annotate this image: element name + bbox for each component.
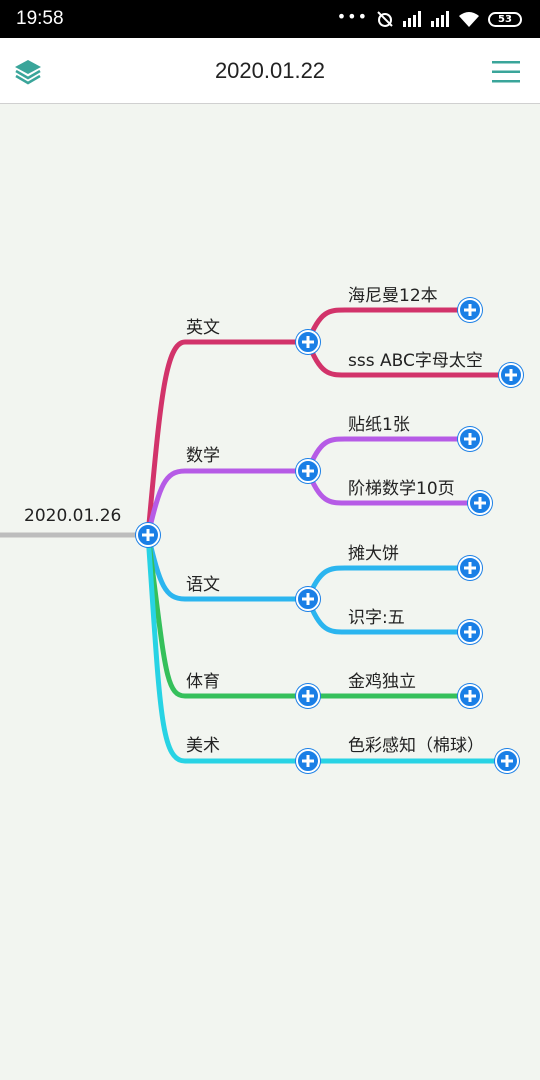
menu-button[interactable] [490,58,522,86]
battery-level: 53 [498,13,512,25]
leaf-label[interactable]: 识字:五 [348,603,405,628]
add-node-button[interactable] [136,523,160,547]
mindmap-connectors [0,307,511,764]
leaf-connector [305,436,470,472]
alarm-off-icon [377,11,393,27]
leaf-label[interactable]: 金鸡独立 [348,667,416,692]
add-node-button[interactable] [468,491,492,515]
plus-icon [302,690,314,702]
add-node-button[interactable] [499,363,523,387]
add-node-button[interactable] [296,587,320,611]
leaf-connector [305,565,470,600]
plus-icon [464,562,476,574]
plus-icon [501,755,513,767]
root-node-label[interactable]: 2020.01.26 [24,506,121,526]
plus-icon [464,690,476,702]
status-icons: ••• 53 [336,6,522,28]
add-node-button[interactable] [458,298,482,322]
branch-connector-math [145,468,308,536]
add-node-button[interactable] [495,749,519,773]
add-node-button[interactable] [458,620,482,644]
leaf-label[interactable]: 阶梯数学10页 [348,474,455,499]
leaf-label[interactable]: sss ABC字母太空 [348,346,483,371]
leaf-label[interactable]: 贴纸1张 [348,410,410,435]
more-dots-icon: ••• [336,6,368,26]
leaf-label[interactable]: 摊大饼 [348,539,399,564]
add-node-button[interactable] [296,684,320,708]
menu-icon [492,61,520,83]
wifi-icon [459,12,479,27]
mindmap-canvas[interactable]: 2020.01.26 英文 数学 语文 体育 美术 海尼曼12本 sss ABC… [0,105,540,1080]
branch-connector-pe [145,534,308,699]
plus-icon [302,755,314,767]
page-title: 2020.01.22 [214,58,326,83]
leaf-label[interactable]: 海尼曼12本 [348,281,438,306]
signal-hd-icon [403,11,421,27]
branch-label-chinese[interactable]: 语文 [186,570,220,595]
status-time: 19:58 [16,8,64,29]
battery-indicator: 53 [488,11,522,27]
add-node-button[interactable] [296,459,320,483]
plus-icon [464,626,476,638]
leaf-connector [305,307,470,343]
branch-label-english[interactable]: 英文 [186,313,220,338]
add-node-button[interactable] [296,749,320,773]
add-node-button[interactable] [458,556,482,580]
plus-icon [302,336,314,348]
add-node-button[interactable] [296,330,320,354]
plus-icon [302,465,314,477]
signal-icon [431,11,449,27]
plus-icon [505,369,517,381]
branch-connector-chinese [145,534,308,602]
plus-icon [474,497,486,509]
app-bar: 2020.01.22 [0,38,540,104]
plus-icon [302,593,314,605]
branch-connector-art [145,534,308,764]
status-bar: 19:58 ••• 53 [0,0,540,38]
add-node-button[interactable] [458,427,482,451]
leaf-label[interactable]: 色彩感知（棉球） [348,731,484,756]
branch-label-math[interactable]: 数学 [186,441,220,466]
branch-label-pe[interactable]: 体育 [186,667,220,692]
add-node-button[interactable] [458,684,482,708]
plus-icon [464,304,476,316]
branch-connector-english [145,339,308,536]
plus-icon [464,433,476,445]
plus-icon [142,529,154,541]
branch-label-art[interactable]: 美术 [186,731,220,756]
